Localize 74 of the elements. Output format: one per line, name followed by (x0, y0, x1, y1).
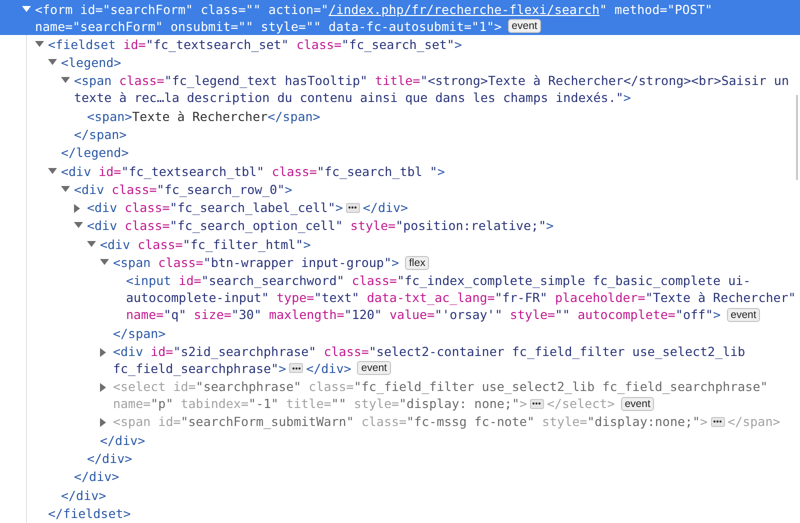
down-triangle-icon[interactable] (87, 240, 96, 247)
markup-text: </div> (74, 468, 120, 486)
scrollbar-thumb[interactable] (796, 95, 798, 180)
markup-text: </legend> (61, 144, 129, 162)
down-triangle-icon[interactable] (74, 222, 83, 228)
markup-text: </div> (100, 432, 146, 449)
markup-text: <select id="searchphrase" class="fc_field_filter use_select2_lib fc_field_searchphrase" (113, 378, 768, 396)
right-triangle-icon[interactable] (100, 383, 106, 392)
markup-text: </span> (74, 126, 127, 144)
markup-text: <legend> (61, 54, 122, 72)
ellipsis-icon (713, 420, 722, 424)
markup-text: <div class="fc_search_label_cell"> (87, 199, 343, 216)
tag-badge[interactable]: event (508, 19, 542, 34)
tree-row[interactable]: <fieldset id="fc_textsearch_set" class="fc_search_set"> (0, 35, 800, 54)
markup-text: </div> (61, 486, 106, 504)
down-triangle-icon[interactable] (22, 6, 31, 12)
tree-row[interactable]: <form id="searchForm" class="" action="/index.php/fr/recherche-flexi/search" method="POST" name="searchForm" onsubmit="" style="" data-fc-autosubmit="1"> event (0, 0, 800, 36)
markup-text: <span class="btn-wrapper input-group"> (113, 254, 400, 272)
ellipsis-button[interactable] (530, 398, 544, 409)
markup-text: </fieldset> (48, 504, 131, 522)
markup-text: <form id="searchForm" class="" action="/index.php/fr/recherche-flexi/search" method="POST" (35, 0, 712, 18)
markup-text: </div> (87, 450, 132, 467)
markup-text: autocomplete-input" type="text" data-txt_ac_lang="fr-FR" placeholder="Texte à Rechercher" (126, 289, 796, 306)
markup-text: </div> (362, 199, 408, 216)
markup-text: </span> (113, 324, 166, 342)
tree-row[interactable]: <div id="s2id_searchphrase" class="select2-container fc_field_filter use_select2_lib fc_field_searchphrase"> </div> event (0, 342, 800, 378)
ellipsis-icon (348, 206, 358, 210)
markup-text: <div id="s2id_searchphrase" class="select2-container fc_field_filter use_select2_lib (113, 342, 746, 360)
ellipsis-icon (532, 402, 542, 406)
tag-badge[interactable]: event (357, 361, 391, 376)
markup-text: name="q" size="30" maxlength="120" value="'orsay'" style="" autocomplete="off"> (126, 306, 721, 324)
tree-row[interactable]: <div class="fc_search_label_cell"> </div> (0, 198, 800, 217)
ellipsis-button[interactable] (346, 202, 360, 213)
tree-row[interactable]: <select id="searchphrase" class="fc_field_filter use_select2_lib fc_field_searchphrase" name="p" tabindex="-1" title="" style="display: none;"> </select> event (0, 378, 800, 413)
markup-text: </span> (728, 413, 780, 430)
markup-text: <span class="fc_legend_text hasTooltip" title="<strong>Texte à Rechercher</strong><br>Saisir un (74, 72, 789, 90)
tree-row[interactable]: <div class="fc_filter_html"> (0, 235, 800, 254)
markup-text: </select> (546, 395, 615, 412)
down-triangle-icon[interactable] (48, 59, 57, 66)
tree-row[interactable]: <span class="btn-wrapper input-group"> flex (0, 253, 800, 272)
right-triangle-icon[interactable] (74, 204, 80, 214)
markup-text: name="searchForm" onsubmit="" style="" data-fc-autosubmit="1"> (35, 18, 502, 35)
markup-text: <div id="fc_textsearch_tbl" class="fc_search_tbl "> (61, 162, 445, 180)
tree-row[interactable]: <div class="fc_search_row_0"> (0, 180, 800, 199)
tag-badge[interactable]: event (620, 396, 654, 411)
markup-text: <input id="search_searchword" class="fc_index_complete_simple fc_basic_complete ui- (126, 272, 751, 290)
down-triangle-icon[interactable] (61, 77, 70, 84)
down-triangle-icon[interactable] (100, 259, 109, 266)
tag-badge[interactable]: flex (405, 256, 430, 270)
tree-row[interactable]: <span id="searchForm_submitWarn" class="fc-mssg fc-note" style="display:none;"> </span> (0, 412, 800, 432)
tree-row[interactable]: <span>Texte à Rechercher</span> (0, 107, 800, 126)
tag-badge[interactable]: event (726, 308, 760, 322)
markup-text: <div class="fc_search_option_cell" style="position:relative;"> (87, 217, 554, 234)
tree-row[interactable]: <legend> (0, 54, 800, 72)
down-triangle-icon[interactable] (35, 40, 44, 47)
markup-text: <span id="searchForm_submitWarn" class="fc-mssg fc-note" style="display:none;"> (113, 413, 708, 430)
ellipsis-button[interactable] (710, 416, 725, 427)
markup-text: </div> (306, 360, 352, 377)
down-triangle-icon[interactable] (48, 168, 57, 174)
down-triangle-icon[interactable] (61, 186, 70, 192)
markup-text: <div class="fc_filter_html"> (100, 236, 311, 253)
markup-text: fc_field_searchphrase"> (113, 360, 286, 377)
ellipsis-icon (292, 366, 301, 370)
markup-text: texte à rec…la description du contenu ainsi que dans les champs indexés."> (74, 89, 631, 106)
tree-row[interactable]: <div class="fc_search_option_cell" style="position:relative;"> (0, 216, 800, 236)
markup-text: <span>Texte à Rechercher</span> (87, 108, 320, 125)
right-triangle-icon[interactable] (100, 348, 106, 357)
tree-row[interactable]: <div id="fc_textsearch_tbl" class="fc_search_tbl "> (0, 162, 800, 180)
markup-text: name="p" tabindex="-1" title="" style="display: none;"> (113, 395, 527, 412)
markup-text: <div class="fc_search_row_0"> (74, 180, 292, 198)
tree-row[interactable]: <span class="fc_legend_text hasTooltip" title="<strong>Texte à Rechercher</strong><br>Saisir un texte à rec…la description du contenu ainsi que dans les champs indexés."> (0, 72, 800, 108)
right-triangle-icon[interactable] (100, 418, 106, 428)
markup-text: <fieldset id="fc_textsearch_set" class="fc_search_set"> (48, 36, 462, 53)
ellipsis-button[interactable] (289, 363, 304, 374)
